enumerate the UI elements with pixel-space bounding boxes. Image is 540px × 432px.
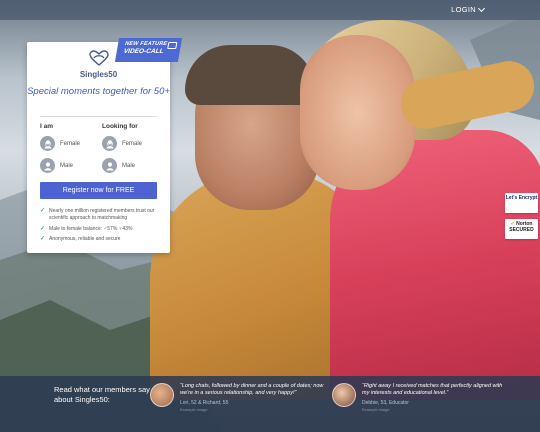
female-icon [102, 136, 117, 151]
feature-text: Anonymous, reliable and secure [49, 236, 121, 242]
option-label: Female [122, 140, 143, 147]
divider [40, 116, 157, 117]
male-icon [102, 158, 117, 173]
male-icon [40, 158, 55, 173]
option-label: Male [122, 162, 136, 169]
register-button[interactable]: Register now for FREE [40, 182, 157, 199]
brand-name: Singles50 [79, 70, 118, 79]
testimonial-quote: “Long chats, followed by dinner and a co… [180, 383, 324, 396]
avatar [150, 383, 174, 407]
option-label: Female [60, 140, 81, 147]
testimonial-item: “Right away I received matches that perf… [332, 383, 507, 412]
checkmark-icon: ✓ [40, 226, 46, 232]
new-feature-badge: NEW FEATURE VIDEO-CALL [114, 38, 183, 62]
video-camera-icon [167, 42, 178, 49]
testimonial-quote: “Right away I received matches that perf… [362, 383, 503, 396]
woman-face [300, 35, 415, 190]
i-am-label: I am [40, 123, 54, 130]
norton-badge[interactable]: ✔ Norton SECURED [505, 219, 538, 239]
female-icon [40, 136, 55, 151]
heart-logo-icon [89, 50, 109, 66]
option-label: Male [60, 162, 74, 169]
man-hair [185, 45, 315, 105]
looking-for-male-option[interactable]: Male [102, 158, 135, 173]
tagline: Special moments together for 50+ [27, 86, 170, 97]
checkmark-icon: ✓ [40, 236, 46, 242]
testimonial-item: “Long chats, followed by dinner and a co… [150, 383, 325, 412]
chevron-down-icon [477, 4, 486, 12]
feature-item: ✓ Anonymous, reliable and secure [40, 236, 162, 243]
checkmark-icon: ✓ [40, 208, 46, 214]
letsencrypt-label: Let's Encrypt [505, 195, 538, 201]
testimonial-author: Lori, 52 & Richard, 55 [180, 400, 229, 406]
avatar [332, 383, 356, 407]
i-am-male-option[interactable]: Male [40, 158, 73, 173]
feature-text: Nearly one million registered members tr… [49, 208, 155, 221]
feature-text: Male to female balance: ♂57% ♀43% [49, 226, 133, 232]
looking-for-female-option[interactable]: Female [102, 136, 142, 151]
testimonials-heading: Read what our members say about Singles5… [54, 385, 150, 404]
feature-item: ✓ Male to female balance: ♂57% ♀43% [40, 226, 162, 233]
login-button[interactable]: LOGIN [451, 4, 486, 14]
login-label: LOGIN [451, 5, 476, 14]
looking-for-label: Looking for [102, 123, 138, 130]
badge-line2: VIDEO-CALL [123, 48, 165, 55]
letsencrypt-badge[interactable]: Let's Encrypt [505, 193, 538, 213]
example-image-note: Example image [362, 407, 390, 412]
i-am-female-option[interactable]: Female [40, 136, 80, 151]
testimonial-author: Debbie, 53, Educator [362, 400, 409, 406]
feature-item: ✓ Nearly one million registered members … [40, 208, 162, 221]
example-image-note: Example image [180, 407, 208, 412]
